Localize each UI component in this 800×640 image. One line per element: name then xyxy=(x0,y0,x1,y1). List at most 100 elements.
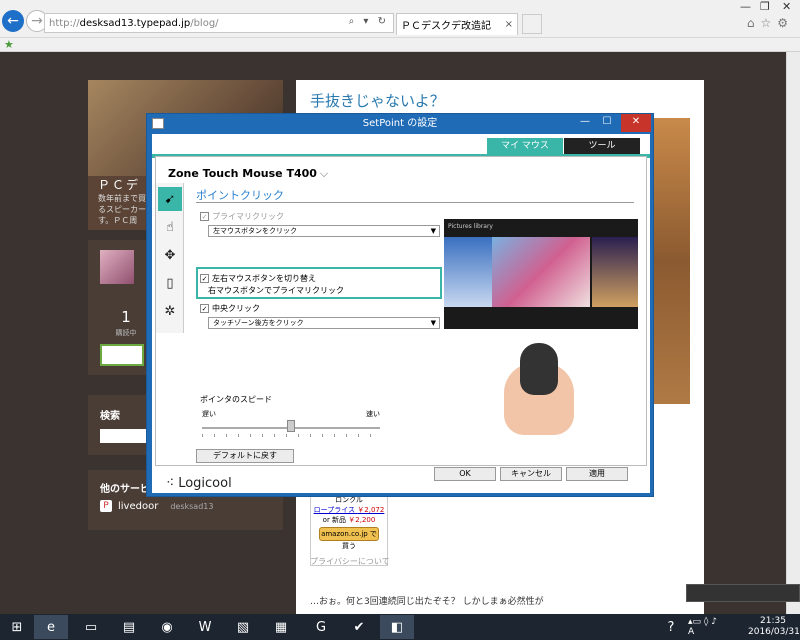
chevron-down-icon: ▼ xyxy=(430,227,436,235)
pointer-icon[interactable]: ➹ xyxy=(158,187,182,211)
primary-click-select[interactable]: 左マウスボタンをクリック ▼ xyxy=(208,225,440,237)
avatar xyxy=(100,250,134,284)
clock-date: 2016/03/31 xyxy=(748,627,800,637)
address-controls[interactable]: ⌕ ▾ ↻ xyxy=(349,16,389,27)
grid-app-icon[interactable]: ▦ xyxy=(264,615,298,639)
logo-mark-icon: ⁖ xyxy=(166,475,175,491)
chevron-down-icon: ▼ xyxy=(430,319,436,327)
address-bar[interactable]: http://desksad13.typepad.jp/blog/ ⌕ ▾ ↻ xyxy=(44,13,394,33)
dialog-minimize-icon[interactable]: — xyxy=(575,114,595,132)
page-scrollbar[interactable] xyxy=(786,52,800,614)
clock-time: 21:35 xyxy=(760,616,786,626)
middle-select-value: タッチゾーン後方をクリック xyxy=(213,319,304,327)
search-title: 検索 xyxy=(100,411,120,422)
swap-buttons-checkbox[interactable]: ✓ 左右マウスボタンを切り替え xyxy=(200,273,316,284)
notes-icon[interactable]: ▧ xyxy=(226,615,260,639)
taskbar: ⊞ e ▭ ▤ ◉ W ▧ ▦ G ✔ ◧ ? ▴▭ ◊ ♪ A 21:35 2… xyxy=(0,614,800,640)
section-divider xyxy=(196,202,634,203)
battery-icon[interactable]: ▯ xyxy=(158,271,182,295)
primary-select-value: 左マウスボタンをクリック xyxy=(213,227,297,235)
pictures-preview: Pictures library xyxy=(444,219,638,329)
move-arrows-icon[interactable]: ✥ xyxy=(158,243,182,267)
primary-click-label: プライマリクリック xyxy=(212,212,284,221)
checkbox-mark: ✓ xyxy=(200,274,209,283)
tab-tools[interactable]: ツール xyxy=(564,138,640,154)
tray-icons[interactable]: ▴▭ ◊ ♪ A xyxy=(688,615,722,639)
logitech-g-icon[interactable]: G xyxy=(304,615,338,639)
mouse-hand-illustration xyxy=(504,343,574,435)
norton-icon[interactable]: ✔ xyxy=(342,615,376,639)
desc-line: 数年前まで買 xyxy=(98,194,146,203)
privacy-link[interactable]: プライバシーについて xyxy=(310,556,390,567)
follow-button[interactable] xyxy=(100,344,144,366)
slider-ticks xyxy=(202,434,380,437)
url-path: /blog/ xyxy=(190,17,219,29)
setpoint-taskbar-icon[interactable]: ◧ xyxy=(380,615,414,639)
window-close-icon[interactable]: ✕ xyxy=(782,0,791,13)
photo-viewer-icon[interactable]: ▤ xyxy=(112,615,146,639)
new-tab-button[interactable] xyxy=(522,14,542,34)
amazon-new-label: or 新品 xyxy=(322,516,347,524)
livedoor-label: livedoor xyxy=(118,500,159,512)
speed-slow-label: 遅い xyxy=(202,410,216,418)
gear-icon[interactable]: ✲ xyxy=(158,299,182,323)
dialog-close-icon[interactable]: ✕ xyxy=(621,114,651,132)
livedoor-link[interactable]: P livedoor desksad13 xyxy=(100,500,213,512)
brand-name: Logicool xyxy=(178,475,232,491)
settings-panel: Zone Touch Mouse T400 ⌵ ➹ ☝ ✥ ▯ ✲ ポイントクリッ… xyxy=(155,156,647,466)
speed-slider-thumb[interactable] xyxy=(287,420,295,432)
globe-icon[interactable]: ◉ xyxy=(150,615,184,639)
dialog-maximize-icon[interactable]: ☐ xyxy=(597,114,617,132)
back-button[interactable]: ← xyxy=(2,10,24,32)
file-explorer-icon[interactable]: ▭ xyxy=(74,615,108,639)
favorites-bar: ★ xyxy=(0,38,800,52)
blog-description: 数年前まで買 るスピーカー す。ＰＣ周 xyxy=(98,193,146,226)
primary-click-checkbox[interactable]: ✓ プライマリクリック xyxy=(200,211,284,222)
word-icon[interactable]: W xyxy=(188,615,222,639)
setpoint-mini-tray[interactable] xyxy=(686,584,800,602)
section-title: ポイントクリック xyxy=(196,189,284,202)
dialog-title: SetPoint の設定 xyxy=(362,118,438,129)
ie-taskbar-icon[interactable]: e xyxy=(34,615,68,639)
amazon-lowprice-link[interactable]: ロープライス ￥2,072 xyxy=(311,505,387,515)
middle-click-label: 中央クリック xyxy=(212,304,260,313)
tab-my-mouse[interactable]: マイ マウス xyxy=(487,138,563,154)
window-restore-icon[interactable]: ❐ xyxy=(760,0,770,13)
setpoint-dialog: SetPoint の設定 — ☐ ✕ マイ マウス ツール Zone Touch… xyxy=(146,113,654,497)
checkbox-mark: ✓ xyxy=(200,212,209,221)
clock[interactable]: 21:35 2016/03/31 xyxy=(748,616,800,638)
help-icon[interactable]: ? xyxy=(654,615,688,639)
browser-toolbar: ← → http://desksad13.typepad.jp/blog/ ⌕ … xyxy=(0,0,800,38)
search-input[interactable] xyxy=(100,429,150,443)
tab-close-icon[interactable]: × xyxy=(505,19,513,30)
ok-button[interactable]: OK xyxy=(434,467,496,481)
middle-click-select[interactable]: タッチゾーン後方をクリック ▼ xyxy=(208,317,440,329)
browser-tab[interactable]: ＰＣデスクデ改造記 × xyxy=(396,13,518,35)
chevron-down-icon: ⌵ xyxy=(319,167,329,180)
window-minimize-icon[interactable]: — xyxy=(740,0,751,13)
logicool-logo: ⁖ Logicool xyxy=(166,475,232,491)
cancel-button[interactable]: キャンセル xyxy=(500,467,562,481)
home-favorites-settings-icons[interactable]: ⌂☆⚙ xyxy=(747,16,794,30)
restore-default-button[interactable]: デフォルトに戻す xyxy=(196,449,294,463)
hand-icon[interactable]: ☝ xyxy=(158,215,182,239)
middle-click-checkbox[interactable]: ✓ 中央クリック xyxy=(200,303,260,314)
amazon-lowprice: ロープライス xyxy=(313,506,356,514)
amazon-buy-button[interactable]: amazon.co.jp で買う xyxy=(319,527,379,550)
apply-button[interactable]: 適用 xyxy=(566,467,628,481)
amazon-lowprice-value: ￥2,072 xyxy=(357,506,385,514)
livedoor-icon: P xyxy=(100,500,112,512)
speed-label: ポインタのスピード xyxy=(200,395,272,404)
livedoor-user: desksad13 xyxy=(170,501,214,511)
url-domain: desksad13.typepad.jp xyxy=(79,17,191,29)
dialog-body: マイ マウス ツール Zone Touch Mouse T400 ⌵ ➹ ☝ ✥ … xyxy=(152,134,650,493)
start-button[interactable]: ⊞ xyxy=(0,615,34,639)
app-icon xyxy=(152,118,164,129)
favorites-star-icon[interactable]: ★ xyxy=(4,38,14,51)
post-photo xyxy=(654,118,690,404)
post-title[interactable]: 手抜きじゃないよ？ xyxy=(310,90,445,111)
desc-line: るスピーカー xyxy=(98,205,146,214)
post-body: …おぉ。何と3回連続同じ出たぞそ？ しかしまぁ必然性が xyxy=(310,597,544,607)
speed-fast-label: 速い xyxy=(366,410,380,418)
device-selector[interactable]: Zone Touch Mouse T400 ⌵ xyxy=(168,167,328,181)
